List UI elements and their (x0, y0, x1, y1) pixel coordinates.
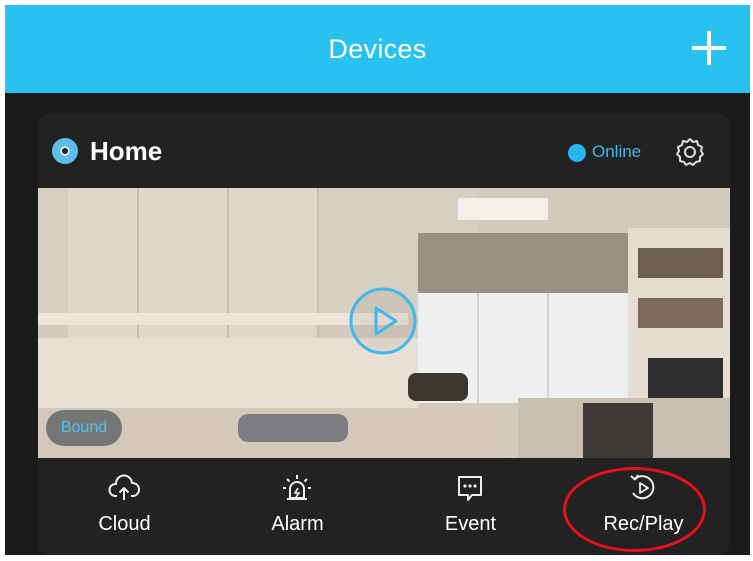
page-title: Devices (328, 33, 427, 64)
play-icon[interactable] (348, 286, 418, 356)
toolbar-item-event[interactable]: Event (384, 458, 557, 555)
annotation-circle (563, 467, 706, 552)
status-badge-bound: Bound (46, 410, 122, 446)
app-header: Devices (5, 5, 750, 93)
plus-icon[interactable] (690, 29, 728, 67)
camera-preview[interactable]: Bound (38, 188, 730, 458)
alarm-light-icon (283, 475, 311, 500)
device-card-header: Home Online (38, 114, 730, 188)
toolbar-label: Event (444, 513, 497, 535)
toolbar-label: Cloud (98, 513, 151, 535)
toolbar-item-cloud[interactable]: Cloud (38, 458, 211, 555)
gear-icon[interactable] (674, 136, 706, 168)
message-icon (458, 476, 482, 501)
toolbar-label: Alarm (271, 513, 324, 535)
cloud-upload-icon (108, 474, 140, 500)
toolbar-item-alarm[interactable]: Alarm (211, 458, 384, 555)
camera-icon (52, 138, 78, 164)
status-dot-icon (568, 144, 586, 162)
device-name: Home (90, 136, 163, 166)
status-badge: Online (592, 142, 642, 161)
